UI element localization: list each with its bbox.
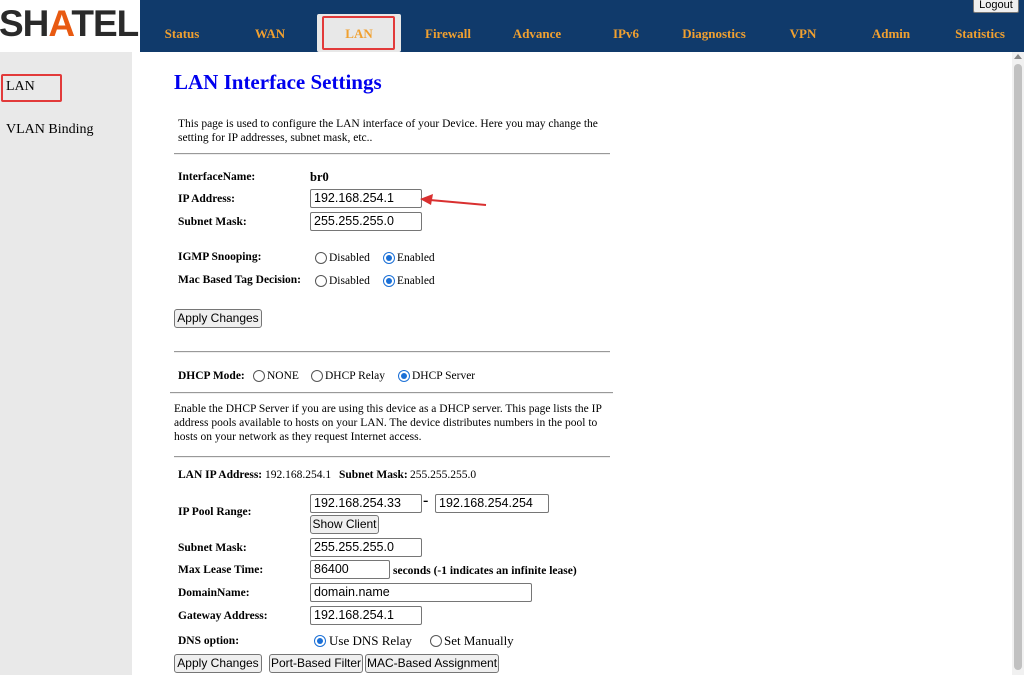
red-arrow-annotation-icon xyxy=(420,194,487,206)
logo-text: SHATEL xyxy=(0,3,139,44)
scroll-up-arrow-icon[interactable] xyxy=(1014,54,1022,59)
mac-tag-decision-label: Mac Based Tag Decision: xyxy=(178,274,301,286)
intro-text: This page is used to configure the LAN i… xyxy=(178,118,598,144)
ip-address-input[interactable]: 192.168.254.1 xyxy=(310,189,422,208)
gateway-address-label: Gateway Address: xyxy=(178,610,268,622)
dhcp-mode-label: DHCP Mode: xyxy=(178,370,245,382)
ip-pool-start-input[interactable]: 192.168.254.33 xyxy=(310,494,422,513)
ip-pool-range-label: IP Pool Range: xyxy=(178,506,252,518)
dhcp-apply-changes-button[interactable]: Apply Changes xyxy=(174,654,262,673)
tab-diagnostics[interactable]: Diagnostics xyxy=(682,26,746,42)
tab-ipv6[interactable]: IPv6 xyxy=(613,26,639,42)
mac-tag-disabled-label: Disabled xyxy=(329,275,370,287)
mac-tag-enabled-radio[interactable] xyxy=(383,275,395,287)
tab-wan[interactable]: WAN xyxy=(255,26,285,42)
max-lease-time-label: Max Lease Time: xyxy=(178,564,264,576)
sidebar: LAN VLAN Binding xyxy=(0,52,132,675)
dhcp-mode-server-radio[interactable] xyxy=(398,370,410,382)
apply-changes-button[interactable]: Apply Changes xyxy=(174,309,262,328)
lan-ip-summary-label: LAN IP Address: xyxy=(178,469,263,481)
tab-advance[interactable]: Advance xyxy=(513,26,561,42)
divider xyxy=(170,392,613,394)
igmp-disabled-label: Disabled xyxy=(329,252,370,264)
dhcp-mode-server-label: DHCP Server xyxy=(412,370,476,382)
dhcp-mode-none-label: NONE xyxy=(267,370,299,382)
interface-name-value: br0 xyxy=(310,170,329,184)
max-lease-time-input[interactable]: 86400 xyxy=(310,560,390,579)
interface-name-label: InterfaceName: xyxy=(178,171,256,183)
subnet-mask-label: Subnet Mask: xyxy=(178,216,247,228)
tab-firewall[interactable]: Firewall xyxy=(425,26,471,42)
show-client-button[interactable]: Show Client xyxy=(310,515,379,534)
pool-range-separator: - xyxy=(423,492,429,509)
page-title: LAN Interface Settings xyxy=(174,70,382,94)
divider xyxy=(174,456,610,458)
ip-pool-end-input[interactable]: 192.168.254.254 xyxy=(435,494,549,513)
tab-admin[interactable]: Admin xyxy=(872,26,910,42)
ip-address-label: IP Address: xyxy=(178,193,235,205)
dhcp-description: Enable the DHCP Server if you are using … xyxy=(174,403,602,443)
domain-name-input[interactable]: domain.name xyxy=(310,583,532,602)
shatel-logo: SHATEL xyxy=(0,0,140,52)
dhcp-mode-none-radio[interactable] xyxy=(253,370,265,382)
divider xyxy=(174,153,610,155)
igmp-snooping-label: IGMP Snooping: xyxy=(178,251,262,263)
igmp-disabled-radio[interactable] xyxy=(315,252,327,264)
subnet-mask-input[interactable]: 255.255.255.0 xyxy=(310,212,422,231)
tab-status[interactable]: Status xyxy=(165,26,200,42)
dns-relay-label: Use DNS Relay xyxy=(329,633,413,648)
sidebar-item-vlan-binding[interactable]: VLAN Binding xyxy=(6,122,94,138)
igmp-enabled-radio[interactable] xyxy=(383,252,395,264)
tab-lan[interactable]: LAN xyxy=(345,26,372,42)
lease-time-note: seconds (-1 indicates an infinite lease) xyxy=(393,565,577,577)
gateway-address-input[interactable]: 192.168.254.1 xyxy=(310,606,422,625)
top-navigation: Status WAN LAN Firewall Advance IPv6 Dia… xyxy=(140,0,1024,52)
lan-mask-summary-label: Subnet Mask: xyxy=(339,469,408,481)
dns-option-label: DNS option: xyxy=(178,635,240,647)
tab-statistics[interactable]: Statistics xyxy=(955,26,1005,42)
dhcp-mode-relay-label: DHCP Relay xyxy=(325,370,385,382)
port-based-filter-button[interactable]: Port-Based Filter xyxy=(269,654,363,673)
scrollbar-thumb[interactable] xyxy=(1014,64,1022,670)
mac-tag-enabled-label: Enabled xyxy=(397,275,435,287)
dns-manual-radio[interactable] xyxy=(430,635,442,647)
dns-manual-label: Set Manually xyxy=(444,633,514,648)
logout-button[interactable]: Logout xyxy=(973,0,1019,13)
mac-based-assignment-button[interactable]: MAC-Based Assignment xyxy=(365,654,499,673)
dns-relay-radio[interactable] xyxy=(314,635,326,647)
divider xyxy=(174,351,610,353)
lan-ip-summary-value: 192.168.254.1 xyxy=(265,469,332,481)
sidebar-item-lan[interactable]: LAN xyxy=(6,79,35,95)
tab-vpn[interactable]: VPN xyxy=(790,26,817,42)
domain-name-label: DomainName: xyxy=(178,587,250,599)
mac-tag-disabled-radio[interactable] xyxy=(315,275,327,287)
dhcp-subnet-mask-input[interactable]: 255.255.255.0 xyxy=(310,538,422,557)
lan-mask-summary-value: 255.255.255.0 xyxy=(410,469,477,481)
igmp-enabled-label: Enabled xyxy=(397,252,435,264)
dhcp-subnet-mask-label: Subnet Mask: xyxy=(178,542,247,554)
vertical-scrollbar[interactable] xyxy=(1012,52,1024,675)
dhcp-mode-relay-radio[interactable] xyxy=(311,370,323,382)
